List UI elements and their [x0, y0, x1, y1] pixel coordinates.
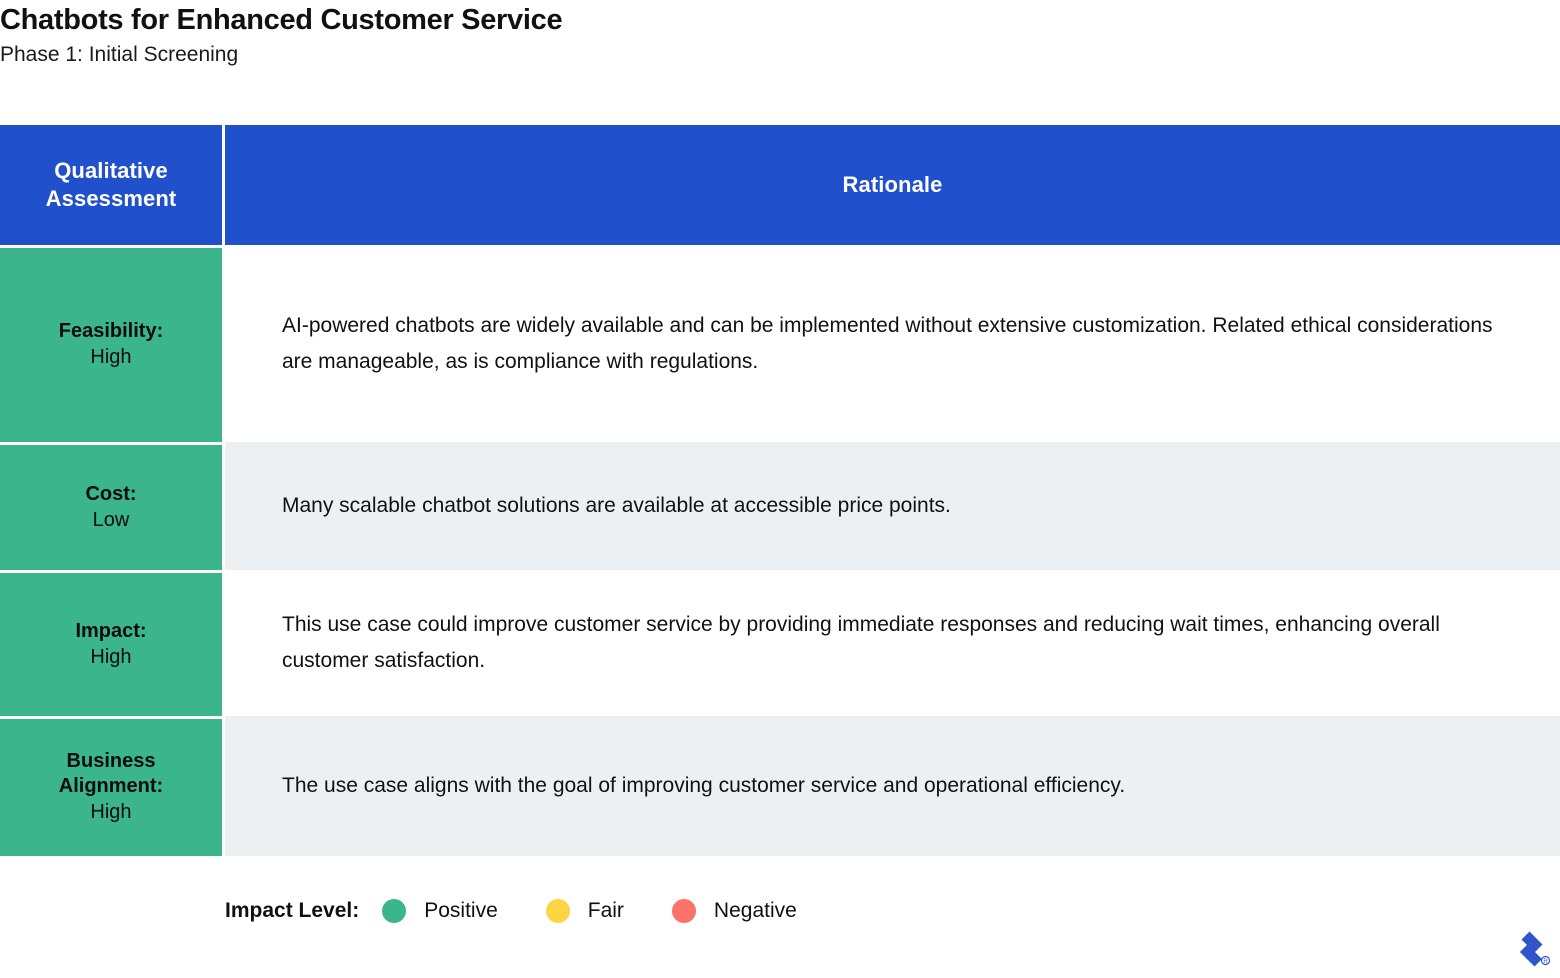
- assessment-value: High: [90, 346, 132, 368]
- assessment-name-line2: Alignment:: [58, 775, 164, 797]
- rationale-text: This use case could improve customer ser…: [282, 613, 1440, 672]
- impact-level-legend: Impact Level: Positive Fair Negative: [225, 893, 797, 929]
- page-subtitle: Phase 1: Initial Screening: [0, 43, 239, 66]
- legend-item-fair: Fair: [545, 899, 624, 923]
- assessment-cell-feasibility: Feasibility: High: [0, 245, 225, 442]
- rationale-cell-feasibility: AI-powered chatbots are widely available…: [225, 245, 1560, 442]
- legend-label-fair: Fair: [587, 899, 624, 922]
- legend-label-positive: Positive: [424, 899, 498, 922]
- legend-dot-negative-icon: [671, 899, 696, 923]
- header-label-line1: Qualitative: [54, 158, 168, 183]
- table-row: Business Alignment: High The use case al…: [0, 716, 1560, 856]
- legend-title: Impact Level:: [225, 899, 360, 922]
- table-row: Impact: High This use case could improve…: [0, 570, 1560, 716]
- rationale-text: AI-powered chatbots are widely available…: [282, 313, 1493, 373]
- assessment-cell-business-alignment: Business Alignment: High: [0, 716, 225, 856]
- assessment-name-line1: Business: [66, 750, 156, 772]
- legend-item-negative: Negative: [671, 899, 797, 923]
- assessment-table: Qualitative Assessment Rationale Feasibi…: [0, 125, 1560, 856]
- rationale-text: Many scalable chatbot solutions are avai…: [282, 494, 951, 517]
- assessment-name: Feasibility:: [58, 320, 164, 342]
- rationale-cell-impact: This use case could improve customer ser…: [225, 570, 1560, 716]
- assessment-value: Low: [92, 508, 130, 531]
- header-cell-rationale: Rationale: [225, 125, 1560, 245]
- assessment-value: High: [90, 645, 132, 668]
- title-block: Chatbots for Enhanced Customer Service P…: [0, 0, 1560, 68]
- assessment-name: Impact:: [75, 619, 147, 642]
- legend-dot-positive-icon: [382, 899, 407, 923]
- assessment-cell-impact: Impact: High: [0, 570, 225, 716]
- assessment-cell-cost: Cost: Low: [0, 442, 225, 570]
- legend-label-negative: Negative: [713, 899, 797, 922]
- rationale-cell-business-alignment: The use case aligns with the goal of imp…: [225, 716, 1560, 856]
- assessment-name: Cost:: [85, 482, 137, 505]
- toptal-logo-icon: R: [1498, 929, 1552, 973]
- header-cell-qualitative-assessment: Qualitative Assessment: [0, 125, 225, 245]
- legend-item-positive: Positive: [382, 899, 498, 923]
- rationale-cell-cost: Many scalable chatbot solutions are avai…: [225, 442, 1560, 570]
- table-row: Feasibility: High AI-powered chatbots ar…: [0, 245, 1560, 442]
- header-label-line2: Assessment: [45, 186, 177, 211]
- table-row: Cost: Low Many scalable chatbot solution…: [0, 442, 1560, 570]
- svg-text:R: R: [1543, 959, 1548, 965]
- table-header-row: Qualitative Assessment Rationale: [0, 125, 1560, 245]
- assessment-value: High: [90, 801, 132, 823]
- page-title: Chatbots for Enhanced Customer Service: [0, 4, 563, 36]
- header-label-rationale: Rationale: [842, 172, 943, 197]
- rationale-text: The use case aligns with the goal of imp…: [282, 774, 1126, 797]
- legend-dot-fair-icon: [545, 899, 570, 923]
